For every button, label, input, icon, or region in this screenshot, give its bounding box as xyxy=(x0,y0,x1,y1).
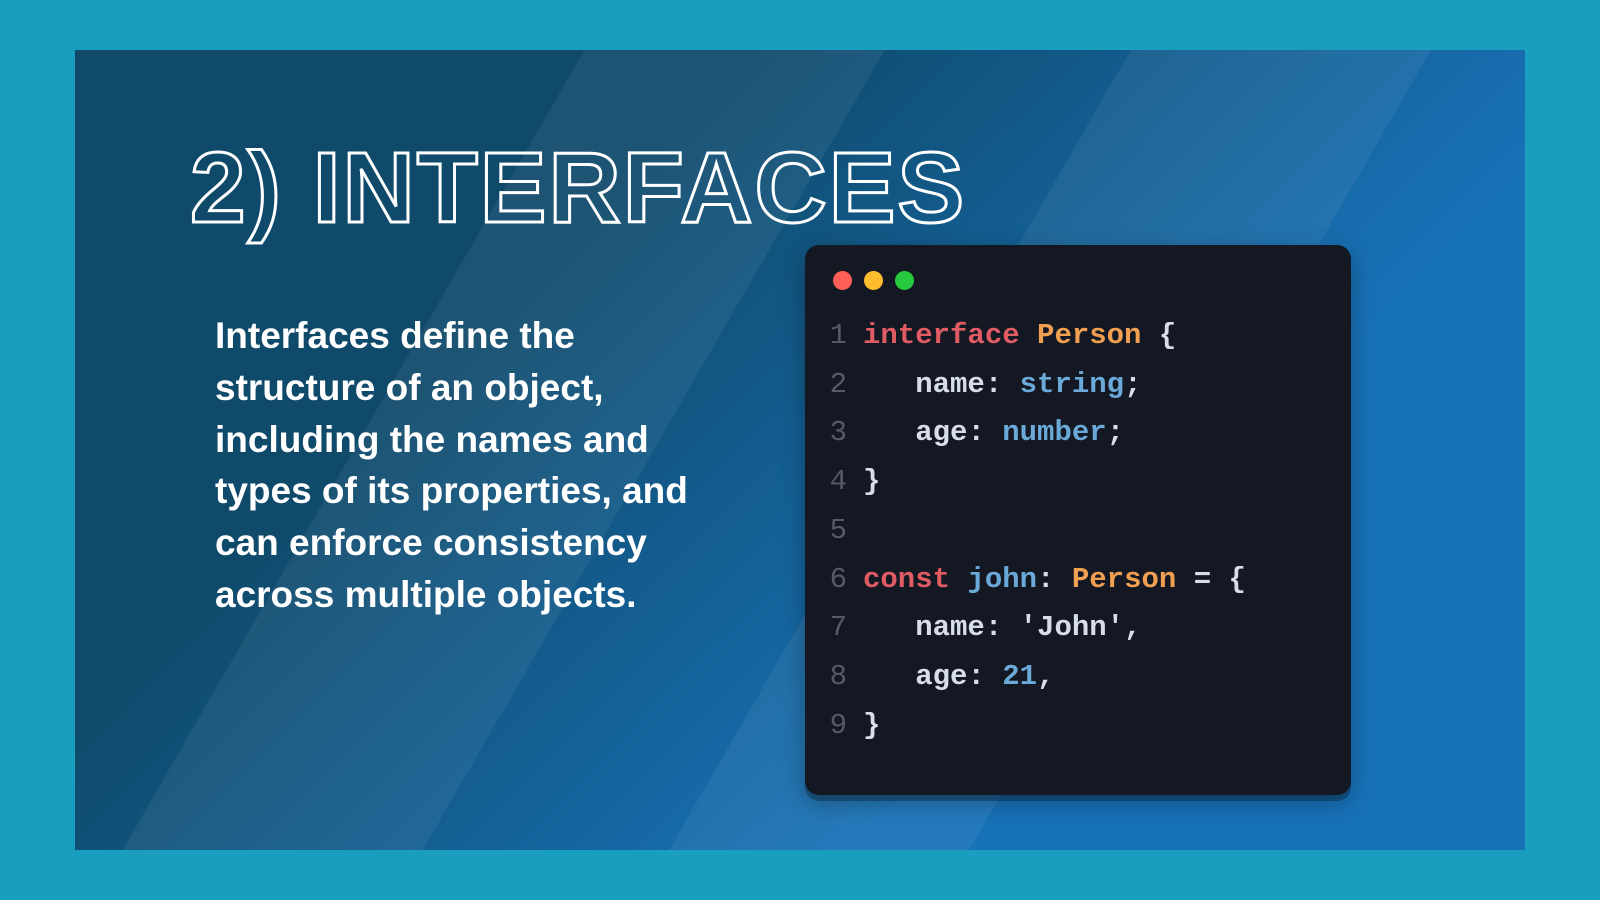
code-line: 5 xyxy=(825,507,1323,556)
line-number: 4 xyxy=(825,458,863,507)
line-number: 5 xyxy=(825,507,863,556)
close-icon xyxy=(833,271,852,290)
slide-frame: 2) INTERFACES Interfaces define the stru… xyxy=(75,50,1525,850)
code-content: interface Person { xyxy=(863,312,1176,361)
code-line: 1interface Person { xyxy=(825,312,1323,361)
line-number: 7 xyxy=(825,604,863,653)
line-number: 6 xyxy=(825,556,863,605)
code-content: } xyxy=(863,458,880,507)
slide-body: Interfaces define the structure of an ob… xyxy=(215,310,735,621)
slide-title: 2) INTERFACES xyxy=(190,138,966,238)
line-number: 8 xyxy=(825,653,863,702)
code-line: 7 name: 'John', xyxy=(825,604,1323,653)
code-window: 1interface Person {2 name: string;3 age:… xyxy=(805,245,1351,795)
code-block: 1interface Person {2 name: string;3 age:… xyxy=(825,312,1323,750)
line-number: 2 xyxy=(825,361,863,410)
code-line: 4} xyxy=(825,458,1323,507)
code-content: } xyxy=(863,702,880,751)
code-content: const john: Person = { xyxy=(863,556,1246,605)
code-content: age: 21, xyxy=(863,653,1054,702)
line-number: 1 xyxy=(825,312,863,361)
code-line: 6const john: Person = { xyxy=(825,556,1323,605)
maximize-icon xyxy=(895,271,914,290)
code-content: name: string; xyxy=(863,361,1141,410)
code-line: 3 age: number; xyxy=(825,409,1323,458)
line-number: 3 xyxy=(825,409,863,458)
code-content: age: number; xyxy=(863,409,1124,458)
minimize-icon xyxy=(864,271,883,290)
code-line: 9} xyxy=(825,702,1323,751)
window-controls xyxy=(833,271,1323,290)
line-number: 9 xyxy=(825,702,863,751)
code-line: 8 age: 21, xyxy=(825,653,1323,702)
code-content: name: 'John', xyxy=(863,604,1141,653)
code-line: 2 name: string; xyxy=(825,361,1323,410)
